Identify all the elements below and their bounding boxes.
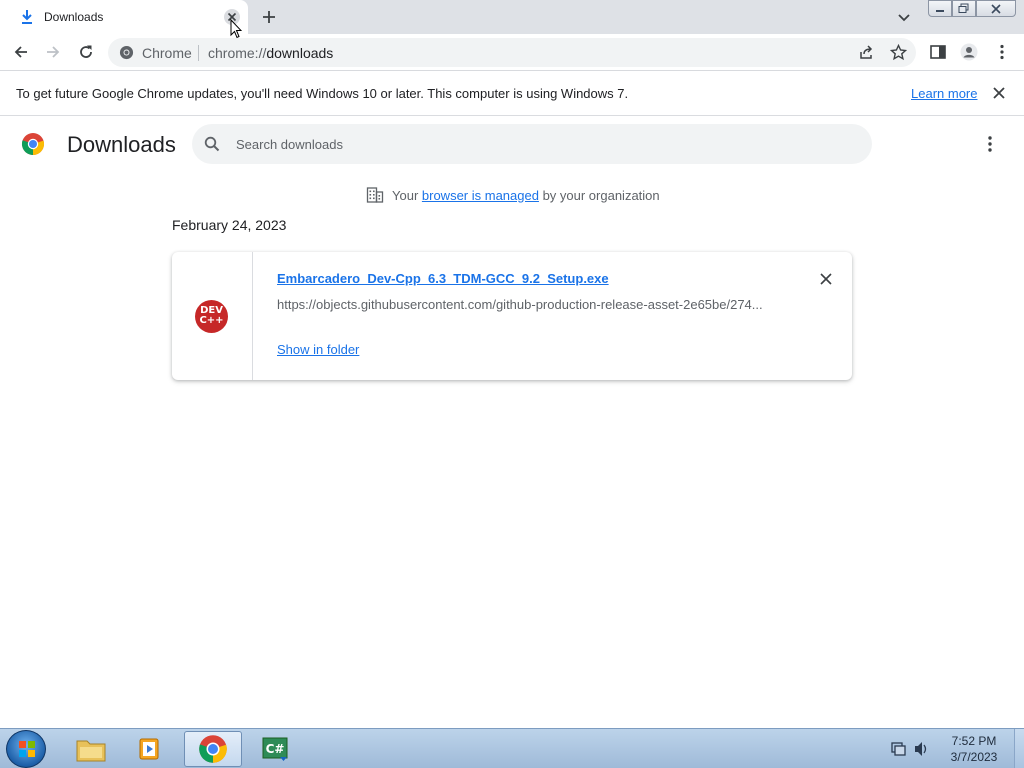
managed-prefix: Your <box>392 187 422 203</box>
tab-strip: Downloads <box>0 0 1024 34</box>
restore-button[interactable] <box>952 0 976 17</box>
search-box <box>192 124 872 164</box>
taskbar-csharp-ide[interactable]: C# <box>246 731 304 767</box>
taskbar-chrome[interactable] <box>184 731 242 767</box>
download-icon <box>22 10 32 24</box>
window-close-button[interactable] <box>976 0 1016 17</box>
page-title: Downloads <box>67 132 176 157</box>
remove-download-icon[interactable] <box>819 272 833 286</box>
system-tray[interactable] <box>890 739 930 759</box>
browser-managed-link[interactable]: browser is managed <box>422 188 539 203</box>
minimize-button[interactable] <box>928 0 952 17</box>
taskbar-media-player[interactable] <box>122 731 180 767</box>
search-input[interactable] <box>236 124 836 164</box>
devcpp-file-icon: DEV C++ <box>195 300 228 333</box>
file-icon-line2: C++ <box>199 315 224 326</box>
windows-taskbar: C# 7:52 PM 3/7/2023 <box>0 728 1024 768</box>
tab-search-chevron-icon[interactable] <box>896 9 912 25</box>
update-infobar: To get future Google Chrome updates, you… <box>0 71 1024 116</box>
window-controls <box>928 0 1016 18</box>
windows-logo-icon <box>19 741 35 757</box>
download-date-header: February 24, 2023 <box>172 217 287 233</box>
download-file-name-link[interactable]: Embarcadero_Dev-Cpp_6.3_TDM-GCC_9.2_Setu… <box>277 271 609 286</box>
chrome-icon <box>199 735 227 763</box>
folder-icon <box>76 740 106 762</box>
tab-downloads[interactable]: Downloads <box>0 0 248 34</box>
close-icon <box>991 3 1001 14</box>
profile-avatar-icon[interactable] <box>960 43 978 61</box>
show-in-folder-link[interactable]: Show in folder <box>277 342 359 357</box>
media-player-icon <box>139 738 159 760</box>
close-icon[interactable] <box>992 86 1006 100</box>
tab-title: Downloads <box>44 10 104 24</box>
mouse-cursor-icon <box>230 19 242 39</box>
chrome-site-icon <box>119 45 134 60</box>
start-button[interactable] <box>6 730 46 768</box>
omnibox-separator <box>198 45 199 61</box>
taskbar-explorer[interactable] <box>62 731 120 767</box>
reload-icon[interactable] <box>77 43 95 61</box>
infobar-message: To get future Google Chrome updates, you… <box>16 86 629 101</box>
bookmark-star-icon[interactable] <box>890 44 907 61</box>
download-source-url: https://objects.githubusercontent.com/gi… <box>277 297 763 312</box>
more-menu-icon[interactable] <box>993 43 1011 61</box>
forward-arrow-icon[interactable] <box>44 43 62 61</box>
csharp-icon: C# <box>262 737 288 761</box>
more-actions-icon[interactable] <box>982 134 998 154</box>
browser-toolbar: Chrome chrome://downloads <box>0 34 1024 71</box>
clock-time: 7:52 PM <box>951 734 997 748</box>
learn-more-link[interactable]: Learn more <box>911 86 977 101</box>
svg-text:C#: C# <box>266 742 285 756</box>
address-bar[interactable]: Chrome chrome://downloads <box>108 38 916 67</box>
side-panel-icon[interactable] <box>929 43 947 61</box>
chrome-logo-icon <box>21 133 45 156</box>
restore-icon <box>958 3 969 13</box>
site-name: Chrome <box>142 45 192 61</box>
show-desktop-button[interactable] <box>1014 729 1024 768</box>
new-tab-icon[interactable] <box>260 8 278 26</box>
downloads-page: Downloads Your browser is managed by you… <box>0 116 1024 728</box>
file-icon-column: DEV C++ <box>172 252 253 380</box>
url-text: chrome://downloads <box>208 45 333 61</box>
download-item-card: DEV C++ Embarcadero_Dev-Cpp_6.3_TDM-GCC_… <box>172 252 852 380</box>
minimize-icon <box>936 9 944 12</box>
back-arrow-icon[interactable] <box>12 43 30 61</box>
clock-date: 3/7/2023 <box>950 750 998 764</box>
managed-suffix: by your organization <box>538 187 660 203</box>
url-scheme: chrome:// <box>208 45 267 61</box>
url-path: downloads <box>266 45 334 61</box>
search-icon <box>204 136 220 152</box>
share-icon[interactable] <box>858 44 875 61</box>
taskbar-clock[interactable]: 7:52 PM 3/7/2023 <box>944 733 1004 765</box>
building-icon <box>366 187 384 203</box>
managed-notice: Your browser is managed by your organiza… <box>366 185 660 205</box>
